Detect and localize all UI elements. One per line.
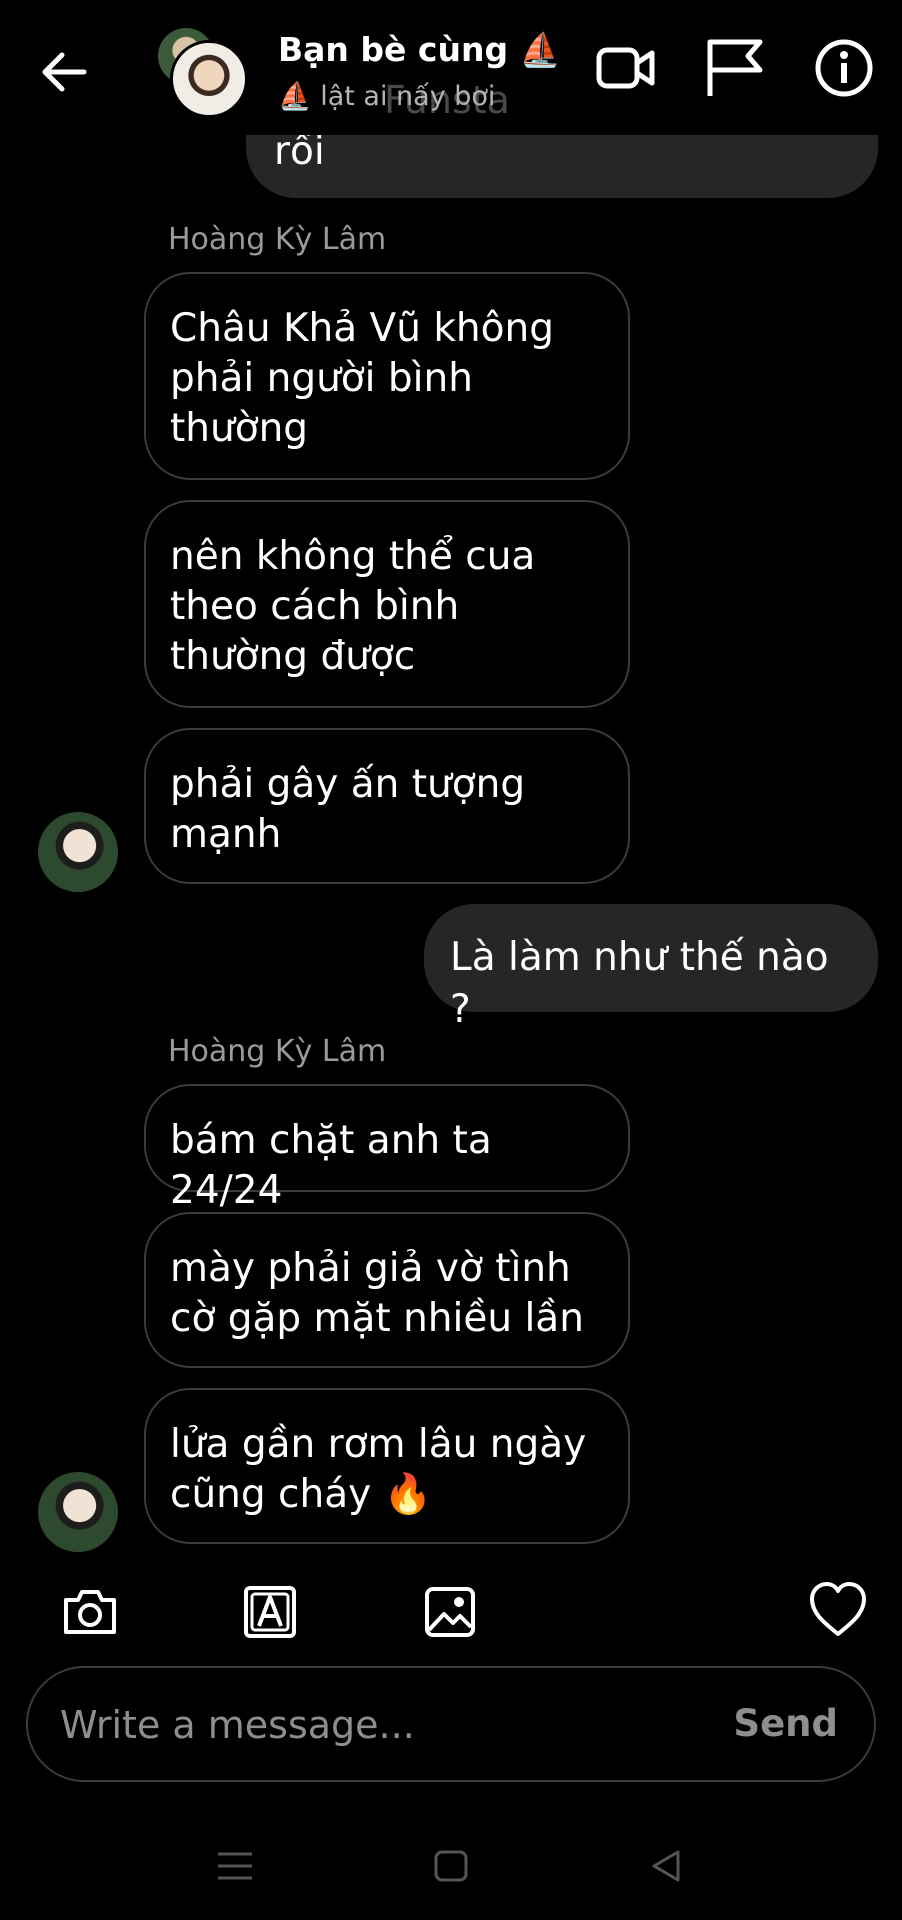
sender-name: Hoàng Kỳ Lâm xyxy=(168,222,387,257)
camera-icon[interactable] xyxy=(60,1582,120,1642)
back-arrow-icon[interactable] xyxy=(36,44,92,100)
send-button[interactable]: Send xyxy=(733,1702,838,1745)
message-incoming[interactable]: mày phải giả vờ tình cờ gặp mặt nhiều lầ… xyxy=(144,1212,630,1368)
sender-avatar[interactable] xyxy=(38,812,118,892)
message-incoming[interactable]: bám chặt anh ta 24/24 xyxy=(144,1084,630,1213)
chat-header: Bạn bè cùng ⛵ Funsta ⛵ lật ai nấy bơi xyxy=(0,0,902,135)
video-call-icon[interactable] xyxy=(594,36,658,100)
home-icon[interactable] xyxy=(426,1844,476,1888)
info-icon[interactable] xyxy=(812,36,876,100)
message-incoming[interactable]: nên không thể cua theo cách bình thường … xyxy=(144,500,630,708)
message-incoming[interactable]: lửa gần rơm lâu ngày cũng cháy 🔥 xyxy=(144,1388,630,1544)
group-avatar[interactable] xyxy=(158,28,248,118)
group-avatar-front xyxy=(170,40,248,118)
gallery-icon[interactable] xyxy=(420,1582,480,1642)
message-composer: Send xyxy=(26,1666,876,1782)
back-icon[interactable] xyxy=(642,1844,692,1888)
message-incoming[interactable]: Châu Khả Vũ không phải người bình thường xyxy=(144,272,630,480)
recents-icon[interactable] xyxy=(210,1844,260,1888)
heart-icon[interactable] xyxy=(806,1578,870,1642)
chat-title[interactable]: Bạn bè cùng ⛵ xyxy=(278,30,561,70)
sender-name: Hoàng Kỳ Lâm xyxy=(168,1034,387,1069)
chat-subtitle-area: Funsta ⛵ lật ai nấy bơi xyxy=(278,78,578,122)
sender-avatar[interactable] xyxy=(38,1472,118,1552)
message-input[interactable] xyxy=(58,1696,712,1754)
sticker-icon[interactable] xyxy=(240,1582,300,1642)
message-outgoing[interactable]: Là làm như thế nào ? xyxy=(424,904,878,1032)
chat-subtitle: ⛵ lật ai nấy bơi xyxy=(278,81,496,112)
flag-icon[interactable] xyxy=(702,36,766,100)
message-incoming[interactable]: phải gây ấn tượng mạnh xyxy=(144,728,630,884)
